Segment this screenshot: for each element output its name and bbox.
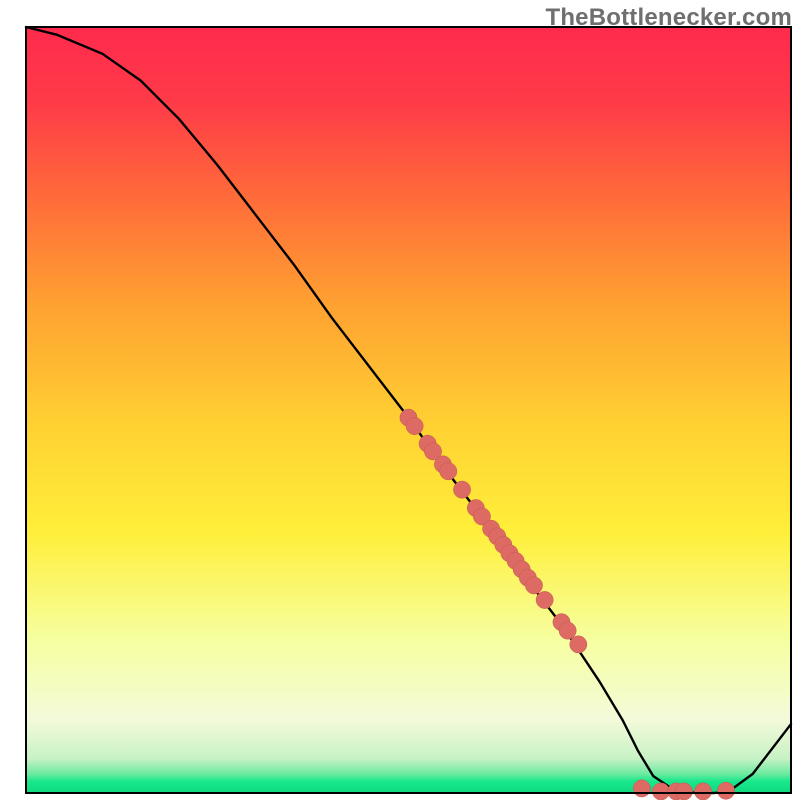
data-point (559, 622, 576, 639)
data-point (406, 417, 423, 434)
data-point (633, 780, 650, 797)
data-point (652, 783, 669, 800)
data-point (525, 577, 542, 594)
chart-stage: TheBottlenecker.com (0, 0, 800, 800)
data-point (440, 463, 457, 480)
chart-svg (0, 0, 800, 800)
data-point (675, 783, 692, 800)
data-point (536, 591, 553, 608)
watermark-text: TheBottlenecker.com (545, 4, 792, 32)
data-point (694, 783, 711, 800)
data-point (570, 636, 587, 653)
data-point (717, 782, 734, 799)
data-point (453, 481, 470, 498)
